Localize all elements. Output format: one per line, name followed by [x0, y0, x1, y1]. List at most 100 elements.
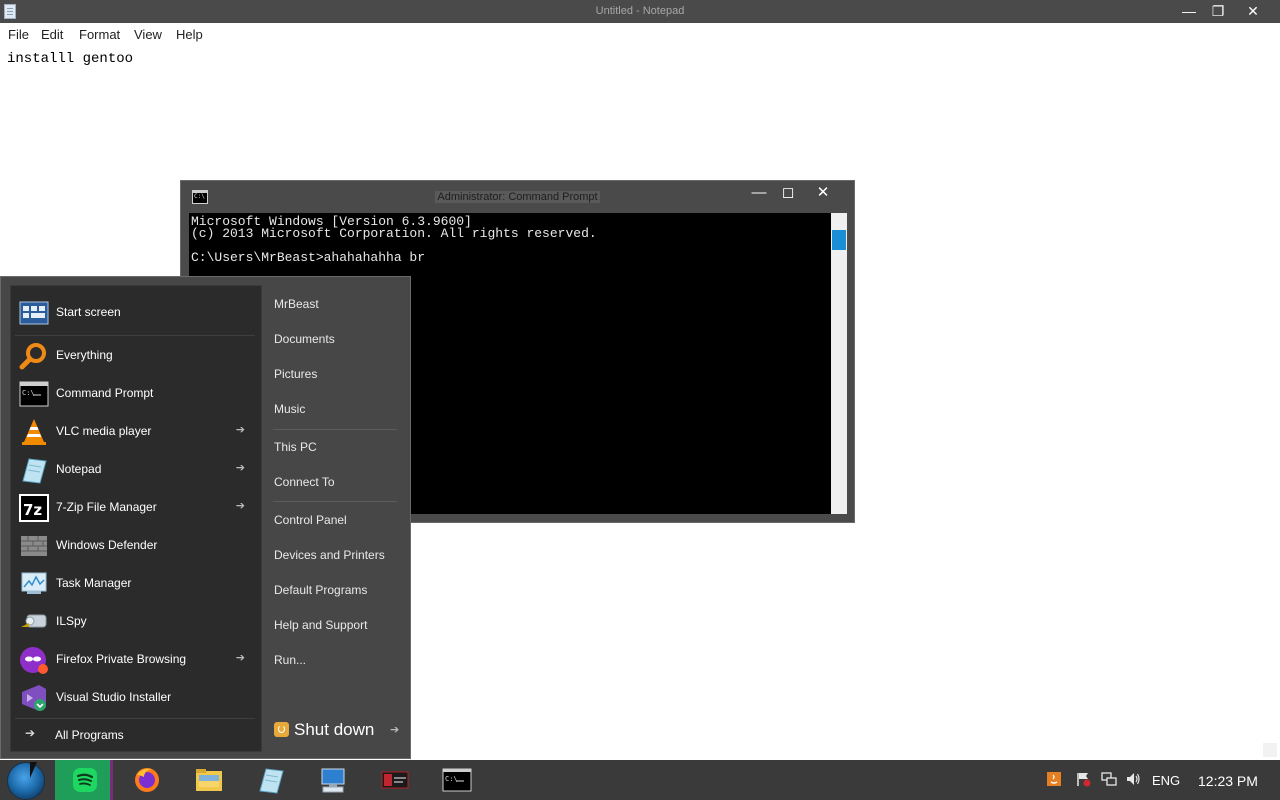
- all-programs-button[interactable]: ➔ All Programs: [15, 720, 257, 750]
- start-link-user-folder[interactable]: MrBeast: [274, 297, 319, 311]
- start-item-label: 7-Zip File Manager: [56, 500, 157, 514]
- notepad-window-title: Untitled - Notepad: [595, 5, 685, 17]
- start-item-command-prompt[interactable]: C:\ Command Prompt: [15, 375, 257, 413]
- notepad-text-area[interactable]: installl gentoo: [7, 51, 133, 67]
- power-icon: [274, 722, 289, 737]
- vlc-cone-icon: [22, 419, 46, 445]
- svg-text:C:\: C:\: [445, 775, 458, 783]
- mouse-cursor-icon: [30, 762, 42, 778]
- start-item-label: Start screen: [56, 305, 121, 319]
- close-button[interactable]: ✕: [1236, 1, 1270, 21]
- divider: [15, 335, 255, 336]
- start-menu: Start screen Everything C:\ Command Prom…: [0, 276, 411, 759]
- start-item-7zip[interactable]: 7z 7-Zip File Manager ➔: [15, 489, 257, 527]
- start-link-devices-and-printers[interactable]: Devices and Printers: [274, 548, 385, 562]
- magnifier-icon: [19, 343, 46, 370]
- divider: [15, 718, 255, 719]
- firefox-icon: [135, 768, 159, 792]
- start-link-help-and-support[interactable]: Help and Support: [274, 618, 367, 632]
- file-explorer-icon: [196, 769, 222, 791]
- console-scrollbar-thumb[interactable]: [832, 230, 846, 250]
- all-programs-label: All Programs: [55, 728, 124, 742]
- cmd-close-button[interactable]: ✕: [808, 183, 838, 203]
- start-item-label: ILSpy: [56, 614, 87, 628]
- resize-grip[interactable]: [1263, 743, 1277, 757]
- remote-desktop-icon: [321, 768, 345, 793]
- spotify-icon: [73, 768, 97, 792]
- submenu-arrow-icon[interactable]: ➔: [236, 651, 245, 664]
- command-prompt-icon: C:\: [19, 381, 49, 407]
- taskbar-remote-desktop[interactable]: [303, 760, 361, 800]
- start-link-control-panel[interactable]: Control Panel: [274, 513, 347, 527]
- start-item-visual-studio-installer[interactable]: Visual Studio Installer: [15, 679, 257, 717]
- start-link-pictures[interactable]: Pictures: [274, 367, 317, 381]
- start-item-label: Command Prompt: [56, 386, 154, 400]
- console-scrollbar[interactable]: [831, 213, 847, 514]
- 7zip-icon-text: 7z: [23, 501, 42, 519]
- start-item-windows-defender[interactable]: Windows Defender: [15, 527, 257, 565]
- menu-edit[interactable]: Edit: [41, 27, 63, 42]
- start-item-task-manager[interactable]: Task Manager: [15, 565, 257, 603]
- start-link-this-pc[interactable]: This PC: [274, 440, 317, 454]
- notepad-menubar: File Edit Format View Help: [0, 23, 1280, 45]
- maximize-button[interactable]: ❐: [1201, 1, 1235, 21]
- menu-format[interactable]: Format: [79, 27, 120, 42]
- input-language-indicator[interactable]: ENG: [1152, 773, 1180, 788]
- start-item-label: Notepad: [56, 462, 102, 476]
- divider: [273, 501, 397, 502]
- firefox-private-icon: [20, 647, 48, 674]
- volume-icon[interactable]: [1125, 771, 1141, 787]
- start-item-ilspy[interactable]: ILSpy: [15, 603, 257, 641]
- menu-help[interactable]: Help: [176, 27, 203, 42]
- taskbar: C:\ ENG 12:23 PM: [0, 760, 1280, 800]
- system-clock[interactable]: 12:23 PM: [1198, 773, 1258, 789]
- taskbar-media-app[interactable]: [365, 760, 423, 800]
- start-menu-programs-pane: Start screen Everything C:\ Command Prom…: [10, 285, 262, 752]
- start-item-label: Everything: [56, 348, 113, 362]
- submenu-arrow-icon[interactable]: ➔: [236, 499, 245, 512]
- taskbar-file-explorer[interactable]: [179, 760, 237, 800]
- menu-file[interactable]: File: [8, 27, 29, 42]
- start-item-everything[interactable]: Everything: [15, 337, 257, 375]
- wall-icon: [21, 536, 47, 556]
- start-link-default-programs[interactable]: Default Programs: [274, 583, 367, 597]
- arrow-right-icon: ➔: [25, 726, 36, 740]
- 7zip-icon: 7z: [19, 494, 49, 522]
- divider: [273, 429, 397, 430]
- console-prompt-line: C:\Users\MrBeast>ahahahahha br: [191, 250, 426, 265]
- console-line: (c) 2013 Microsoft Corporation. All righ…: [191, 226, 597, 241]
- taskbar-command-prompt[interactable]: C:\: [427, 760, 485, 800]
- taskbar-notepad[interactable]: [241, 760, 299, 800]
- notepad-icon: [259, 768, 284, 794]
- shut-down-options-arrow-icon[interactable]: ➔: [390, 723, 399, 736]
- cmd-minimize-button[interactable]: —: [744, 183, 774, 203]
- start-link-connect-to[interactable]: Connect To: [274, 475, 335, 489]
- start-link-music[interactable]: Music: [274, 402, 305, 416]
- start-item-label: Visual Studio Installer: [56, 690, 172, 704]
- taskbar-firefox[interactable]: [117, 760, 175, 800]
- start-link-run[interactable]: Run...: [274, 653, 306, 667]
- ilspy-icon: [21, 614, 47, 628]
- shut-down-button[interactable]: Shut down ➔: [274, 720, 404, 746]
- submenu-arrow-icon[interactable]: ➔: [236, 461, 245, 474]
- notepad-titlebar[interactable]: Untitled - Notepad — ❐ ✕: [0, 0, 1280, 23]
- cmd-maximize-button[interactable]: ◻: [773, 183, 803, 203]
- start-item-notepad[interactable]: Notepad ➔: [15, 451, 257, 489]
- start-item-label: Task Manager: [56, 576, 132, 590]
- submenu-arrow-icon[interactable]: ➔: [236, 423, 245, 436]
- menu-view[interactable]: View: [134, 27, 162, 42]
- network-icon[interactable]: [1101, 771, 1117, 787]
- start-item-label: Firefox Private Browsing: [56, 652, 187, 666]
- start-item-start-screen[interactable]: Start screen: [15, 294, 257, 332]
- start-link-documents[interactable]: Documents: [274, 332, 335, 346]
- start-item-vlc[interactable]: VLC media player ➔: [15, 413, 257, 451]
- start-item-label: Windows Defender: [56, 538, 158, 552]
- shut-down-label: Shut down: [294, 720, 375, 739]
- media-app-icon: [381, 771, 409, 789]
- taskbar-spotify[interactable]: [55, 760, 113, 800]
- start-item-firefox-private[interactable]: Firefox Private Browsing ➔: [15, 641, 257, 679]
- action-center-flag-icon[interactable]: [1075, 771, 1091, 787]
- task-manager-icon: [21, 572, 47, 594]
- command-prompt-title-text: Administrator: Command Prompt: [435, 191, 600, 203]
- java-icon[interactable]: [1046, 771, 1062, 787]
